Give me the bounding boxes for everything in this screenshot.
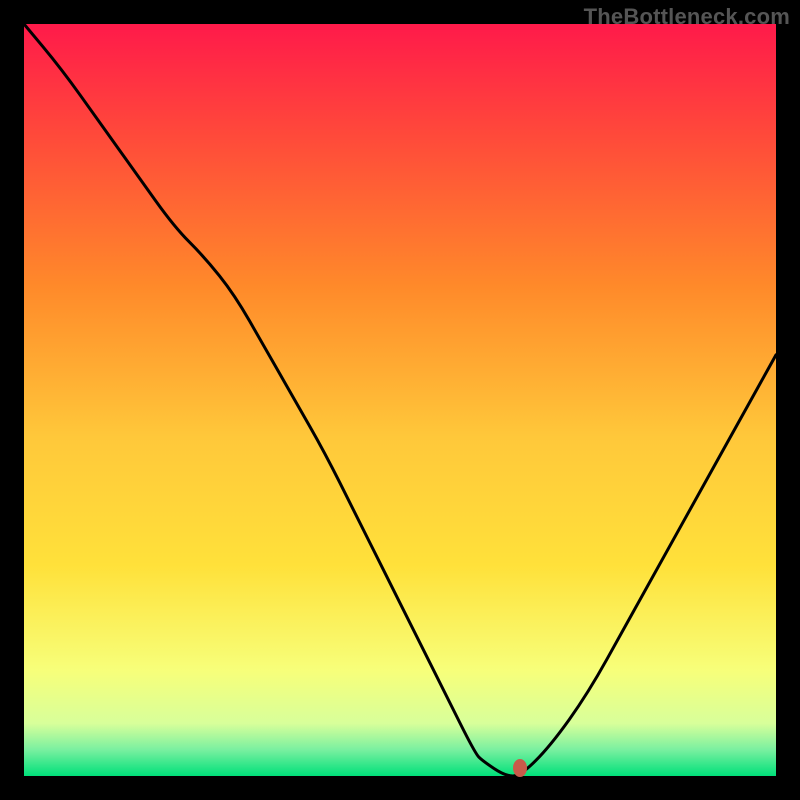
- chart-frame: TheBottleneck.com: [0, 0, 800, 800]
- chart-svg: [24, 24, 776, 776]
- gradient-background: [24, 24, 776, 776]
- plot-area: [24, 24, 776, 776]
